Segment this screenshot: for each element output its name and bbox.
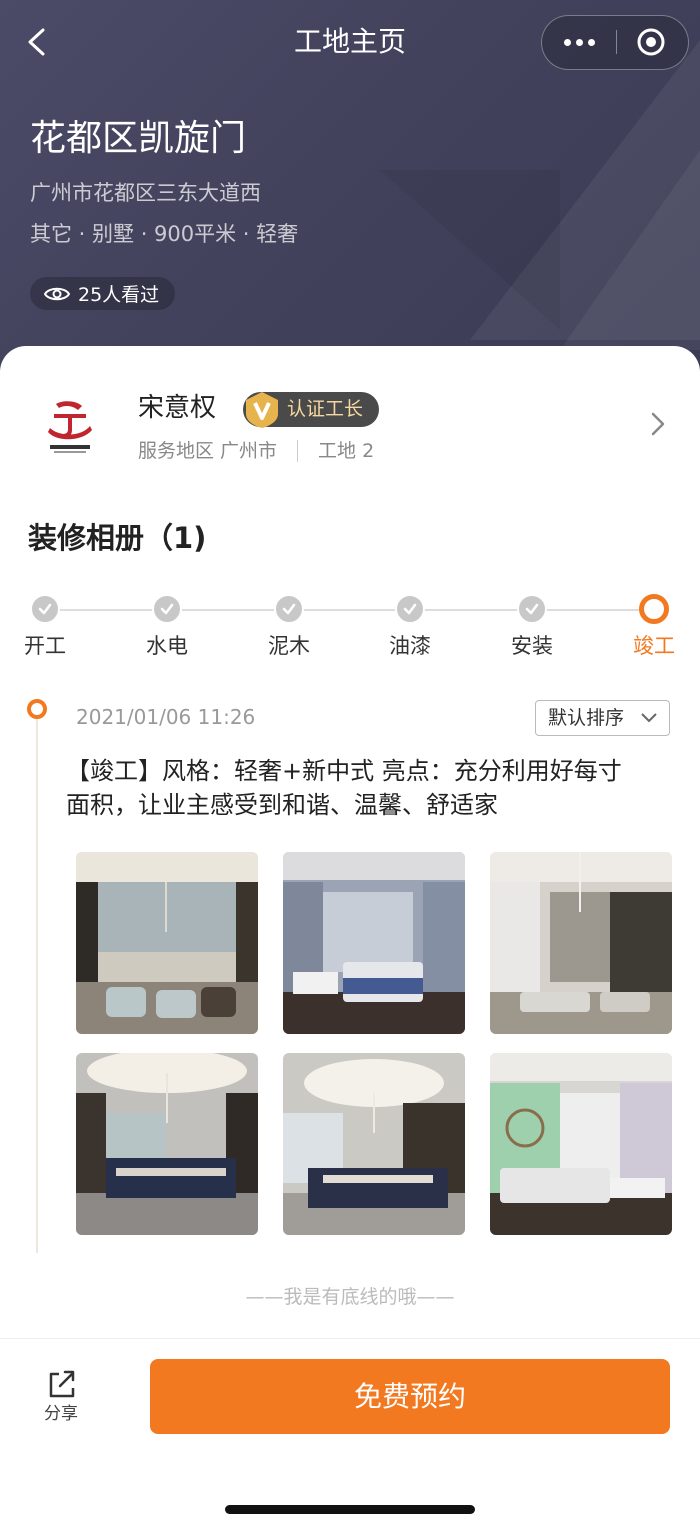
chevron-down-icon bbox=[641, 713, 657, 723]
free-booking-button[interactable]: 免费预约 bbox=[150, 1359, 670, 1434]
eye-icon bbox=[44, 287, 70, 300]
photo-dining-room-2 bbox=[283, 1053, 465, 1235]
meta-divider bbox=[297, 440, 299, 462]
site-address: 广州市花都区三东大道西 bbox=[30, 181, 261, 205]
stage-5[interactable]: 竣工 bbox=[614, 594, 694, 660]
timeline-line bbox=[36, 718, 38, 1253]
album-photo[interactable] bbox=[76, 852, 258, 1034]
share-label: 分享 bbox=[44, 1404, 78, 1424]
certified-badge-label: 认证工长 bbox=[287, 398, 364, 420]
share-button[interactable]: 分享 bbox=[30, 1368, 92, 1430]
album-photo[interactable] bbox=[490, 1053, 672, 1235]
chevron-left-icon bbox=[28, 28, 45, 56]
stage-label: 泥木 bbox=[268, 634, 310, 658]
site-count: 工地 2 bbox=[318, 440, 375, 462]
v-shield-icon bbox=[246, 392, 278, 428]
check-icon bbox=[274, 594, 304, 624]
stage-label: 水电 bbox=[146, 634, 188, 658]
stage-0[interactable]: 开工 bbox=[5, 594, 85, 660]
sort-dropdown-label: 默认排序 bbox=[548, 707, 625, 729]
photo-living-room bbox=[76, 852, 258, 1034]
site-tags: 其它 · 别墅 · 900平米 · 轻奢 bbox=[30, 222, 299, 246]
stage-3[interactable]: 油漆 bbox=[370, 594, 450, 660]
target-circle-icon[interactable] bbox=[636, 27, 666, 57]
hero-decor bbox=[380, 170, 560, 330]
timeline-dot bbox=[27, 699, 47, 719]
photo-bedroom-2 bbox=[490, 1053, 672, 1235]
check-icon bbox=[30, 594, 60, 624]
stage-4[interactable]: 安装 bbox=[492, 594, 572, 660]
photo-hall bbox=[490, 852, 672, 1034]
stage-label: 竣工 bbox=[633, 634, 675, 658]
hero-decor bbox=[560, 150, 700, 350]
album-photo[interactable] bbox=[76, 1053, 258, 1235]
stage-2[interactable]: 泥木 bbox=[249, 594, 329, 660]
company-logo-icon bbox=[48, 401, 92, 453]
view-count-badge: 25人看过 bbox=[30, 277, 176, 310]
home-indicator bbox=[225, 1505, 475, 1514]
owner-name: 宋意权 bbox=[138, 393, 217, 423]
certified-badge: 认证工长 bbox=[243, 392, 379, 428]
mini-program-capsule bbox=[541, 15, 689, 70]
photo-dining-room bbox=[76, 1053, 258, 1235]
back-button[interactable] bbox=[18, 22, 58, 62]
album-photo[interactable] bbox=[490, 852, 672, 1034]
stage-current-dot bbox=[639, 594, 669, 624]
check-icon bbox=[395, 594, 425, 624]
share-icon bbox=[49, 1370, 75, 1398]
stage-label: 油漆 bbox=[389, 634, 431, 658]
stage-1[interactable]: 水电 bbox=[127, 594, 207, 660]
check-icon bbox=[152, 594, 182, 624]
post-date: 2021/01/06 11:26 bbox=[76, 705, 256, 729]
stage-label: 开工 bbox=[24, 634, 66, 658]
sort-dropdown[interactable]: 默认排序 bbox=[535, 700, 670, 736]
album-photo[interactable] bbox=[283, 852, 465, 1034]
site-name: 花都区凯旋门 bbox=[30, 118, 247, 159]
chevron-right-icon[interactable] bbox=[648, 411, 668, 437]
more-dots-icon[interactable] bbox=[542, 16, 616, 68]
stage-label: 安装 bbox=[511, 634, 553, 658]
check-icon bbox=[517, 594, 547, 624]
end-of-list-text: ——我是有底线的哦—— bbox=[245, 1286, 455, 1308]
post-text: 【竣工】风格：轻奢+新中式 亮点：充分利用好每寸面积，让业主感受到和谐、温馨、舒… bbox=[66, 757, 622, 819]
capsule-divider bbox=[616, 30, 617, 54]
photo-bedroom bbox=[283, 852, 465, 1034]
album-title: 装修相册（1) bbox=[28, 521, 207, 555]
owner-meta: 服务地区 广州市 工地 2 bbox=[138, 437, 374, 465]
service-area: 服务地区 广州市 bbox=[138, 440, 278, 462]
view-count-text: 25人看过 bbox=[78, 284, 160, 306]
album-photo[interactable] bbox=[283, 1053, 465, 1235]
